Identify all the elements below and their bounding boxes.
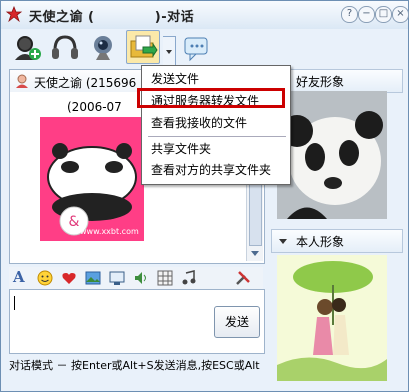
minimize-button[interactable]: − [358,6,375,23]
send-button[interactable]: 发送 [214,306,260,338]
chat-window: 天使之谕 ( )-对话 ? − □ × 天使之谕 (215696 (2006-0… [0,0,409,392]
tools-icon[interactable] [235,270,251,286]
text-cursor [14,296,15,310]
sticker-watermark: www.xxbt.com [80,227,139,236]
add-friend-icon[interactable] [11,32,43,64]
webcam-icon[interactable] [87,32,119,64]
friend-avatar-image [277,91,387,219]
close-button[interactable]: × [392,6,409,23]
file-menu-dropdown[interactable] [163,36,176,66]
status-bar-text: 对话模式 － 按Enter或Alt+S发送消息,按ESC或Alt [9,359,260,372]
chevron-down-icon [166,50,172,54]
sender-name: 天使之谕 (215696 [34,76,137,90]
panda-sticker-image: & www.xxbt.com [40,117,144,241]
sound-icon[interactable] [133,270,149,286]
help-button[interactable]: ? [341,6,358,23]
headset-icon[interactable] [49,32,81,64]
menu-item-shared-folder[interactable]: 共享文件夹 [151,140,211,158]
highlight-box [137,88,285,108]
panda-cartoon-icon: & [47,143,137,236]
sms-icon[interactable] [182,32,214,64]
self-avatar-image [277,255,387,381]
maximize-button[interactable]: □ [375,6,392,23]
font-icon[interactable]: A [13,268,25,286]
main-toolbar [1,29,408,69]
svg-text:&: & [69,214,80,230]
avatar-icon [16,74,28,88]
couple-illustration-icon [277,255,387,381]
title-bar[interactable]: 天使之谕 ( )-对话 ? − □ × [1,1,409,29]
panda-photo-icon [277,91,387,219]
image-icon[interactable] [85,270,101,286]
app-logo-icon [5,5,23,23]
chevron-down-icon [279,239,287,244]
file-transfer-menu: 发送文件 通过服务器转发文件 查看我接收的文件 共享文件夹 查看对方的共享文件夹 [137,65,291,185]
scroll-down-icon[interactable] [250,250,260,258]
input-toolbar: A [9,267,263,289]
menu-item-send-file[interactable]: 发送文件 [151,70,199,88]
window-title: 天使之谕 ( )-对话 [29,10,195,25]
send-file-icon[interactable] [126,30,160,64]
message-timestamp: (2006-07 [67,100,122,114]
menu-item-peer-shared-folder[interactable]: 查看对方的共享文件夹 [151,161,271,179]
self-avatar-header[interactable]: 本人形象 [271,229,403,253]
menu-item-received-files[interactable]: 查看我接收的文件 [151,114,247,132]
screenshot-icon[interactable] [109,270,125,286]
self-avatar-label: 本人形象 [296,235,345,249]
message-input[interactable]: 发送 [9,289,265,354]
grid-icon[interactable] [157,270,173,286]
friend-avatar-label: 好友形象 [296,75,345,89]
menu-separator [148,136,286,137]
heart-icon[interactable] [61,270,77,286]
emoticon-icon[interactable] [37,270,53,286]
music-icon[interactable] [181,270,197,286]
